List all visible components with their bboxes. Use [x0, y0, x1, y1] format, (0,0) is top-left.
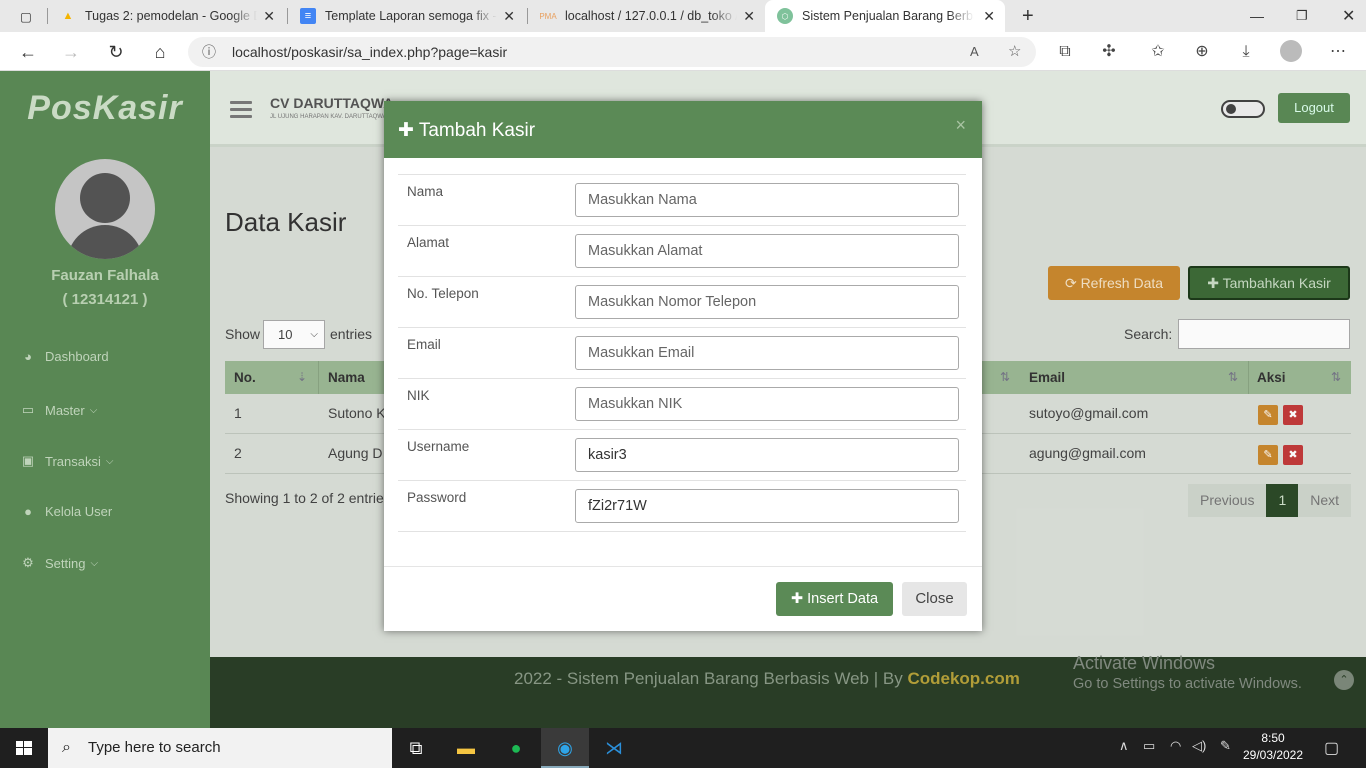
profile-icon[interactable] [1280, 40, 1302, 62]
form-row-email: Email Masukkan Email [398, 327, 966, 378]
info-icon: ⓘ [202, 44, 216, 60]
taskbar-search[interactable]: ⌕ Type here to search [48, 728, 392, 768]
download-icon[interactable]: ⤓ [1234, 40, 1258, 64]
tab-title: localhost / 127.0.0.1 / db_toko / kasir [565, 9, 737, 23]
restore-icon[interactable]: ❐ [1284, 0, 1314, 32]
task-view-icon[interactable]: ⧉ [392, 728, 440, 768]
tab-google-docs[interactable]: ≡ Template Laporan semoga fix - Google D… [288, 0, 525, 32]
file-explorer-icon[interactable]: ▬ [442, 728, 490, 768]
volume-icon[interactable]: ◁) [1192, 738, 1206, 754]
form-row-nik: NIK Masukkan NIK [398, 378, 966, 429]
vscode-icon[interactable]: ⋊ [590, 728, 638, 768]
insert-data-label: Insert Data [807, 591, 879, 607]
form-row-nama: Nama Masukkan Nama [398, 174, 966, 225]
field-label: NIK [407, 388, 430, 403]
google-drive-icon: ▲ [62, 10, 74, 22]
field-label: Alamat [407, 235, 450, 250]
username-input[interactable]: kasir3 [575, 438, 959, 472]
field-label: Username [407, 439, 470, 454]
more-icon[interactable]: ⋯ [1326, 40, 1350, 64]
close-icon[interactable]: ✕ [983, 8, 995, 25]
url-field[interactable]: ⓘ localhost/poskasir/sa_index.php?page=k… [188, 37, 1036, 67]
forward-icon[interactable]: → [59, 40, 83, 64]
favorite-add-icon[interactable]: ☆ [1008, 37, 1021, 67]
network-icon[interactable]: ◠ [1170, 738, 1181, 754]
modal-footer-divider [384, 566, 982, 567]
close-icon[interactable]: ✕ [503, 8, 515, 25]
add-kasir-modal: ✚ Tambah Kasir × Nama Masukkan Nama Alam… [384, 101, 982, 631]
tabs-icon[interactable]: ⊕ [1190, 40, 1214, 64]
search-icon: ⌕ [62, 739, 71, 756]
new-tab-icon[interactable]: + [1010, 0, 1040, 32]
nama-input[interactable]: Masukkan Nama [575, 183, 959, 217]
clock[interactable]: 8:50 29/03/2022 [1238, 730, 1308, 764]
tab-active[interactable]: ⬡ Sistem Penjualan Barang Berbasis Web ✕ [765, 0, 1005, 32]
tab-title: Tugas 2: pemodelan - Google Drive [85, 9, 257, 23]
modal-title-text: Tambah Kasir [418, 120, 536, 141]
form-divider [398, 531, 966, 532]
nik-input[interactable]: Masukkan NIK [575, 387, 959, 421]
form-row-password: Password fZi2r71W [398, 480, 966, 531]
plus-icon: ✚ [790, 591, 808, 607]
back-icon[interactable]: ← [16, 40, 40, 64]
notification-icon[interactable]: ▢ [1324, 738, 1339, 758]
alamat-input[interactable]: Masukkan Alamat [575, 234, 959, 268]
url-text: localhost/poskasir/sa_index.php?page=kas… [232, 44, 508, 60]
browser-tab-bar: ▢ ▲ Tugas 2: pemodelan - Google Drive ✕ … [0, 0, 1366, 32]
form-row-telepon: No. Telepon Masukkan Nomor Telepon [398, 276, 966, 327]
window-close-icon[interactable]: ✕ [1330, 0, 1360, 32]
spotify-icon[interactable]: ● [492, 728, 540, 768]
tab-title: Sistem Penjualan Barang Berbasis Web [802, 9, 974, 23]
read-aloud-icon[interactable]: A [970, 37, 979, 67]
telepon-input[interactable]: Masukkan Nomor Telepon [575, 285, 959, 319]
form-row-username: Username kasir3 [398, 429, 966, 480]
address-toolbar: ← → ↻ ⌂ ⓘ localhost/poskasir/sa_index.ph… [0, 32, 1366, 71]
tab-title: Template Laporan semoga fix - Google Doc… [325, 9, 497, 23]
close-icon[interactable]: ✕ [743, 8, 755, 25]
tray-chevron-icon[interactable]: ∧ [1119, 738, 1129, 754]
edge-icon[interactable]: ◉ [541, 728, 589, 768]
phpmyadmin-icon: PMA [539, 11, 557, 21]
clock-date: 29/03/2022 [1242, 748, 1304, 762]
app-favicon-icon: ⬡ [777, 8, 793, 24]
home-icon[interactable]: ⌂ [148, 40, 172, 64]
plus-icon: ✚ [398, 120, 419, 141]
field-label: Nama [407, 184, 444, 199]
google-docs-icon: ≡ [300, 8, 316, 24]
password-input[interactable]: fZi2r71W [575, 489, 959, 523]
field-label: No. Telepon [407, 286, 479, 301]
minimize-icon[interactable]: — [1238, 0, 1268, 32]
modal-header: ✚ Tambah Kasir × [384, 101, 982, 158]
favorites-icon[interactable]: ✩ [1146, 40, 1170, 64]
field-label: Password [407, 490, 467, 505]
tab-phpmyadmin[interactable]: PMA localhost / 127.0.0.1 / db_toko / ka… [528, 0, 765, 32]
insert-data-button[interactable]: ✚ Insert Data [776, 582, 893, 616]
windows-taskbar: ⌕ Type here to search ⧉ ▬ ● ◉ ⋊ ∧ ▭ ◠ ◁)… [0, 728, 1366, 768]
battery-icon[interactable]: ▭ [1143, 738, 1155, 754]
tab-actions-icon[interactable]: ▢ [8, 0, 46, 32]
windows-start-icon[interactable] [0, 728, 48, 768]
close-icon[interactable]: ✕ [263, 8, 275, 25]
email-input[interactable]: Masukkan Email [575, 336, 959, 370]
extensions-icon[interactable]: ✣ [1097, 40, 1121, 64]
close-button[interactable]: Close [902, 582, 967, 616]
refresh-icon[interactable]: ↻ [104, 40, 128, 64]
tab-google-drive[interactable]: ▲ Tugas 2: pemodelan - Google Drive ✕ [48, 0, 285, 32]
form-row-alamat: Alamat Masukkan Alamat [398, 225, 966, 276]
field-label: Email [407, 337, 441, 352]
pen-icon[interactable]: ✎ [1220, 738, 1231, 754]
taskbar-search-placeholder: Type here to search [88, 739, 221, 756]
modal-title: ✚ Tambah Kasir [398, 119, 535, 142]
close-icon[interactable]: × [955, 115, 966, 136]
clock-time: 8:50 [1261, 731, 1285, 745]
collections-icon[interactable]: ⧉ [1053, 40, 1077, 64]
